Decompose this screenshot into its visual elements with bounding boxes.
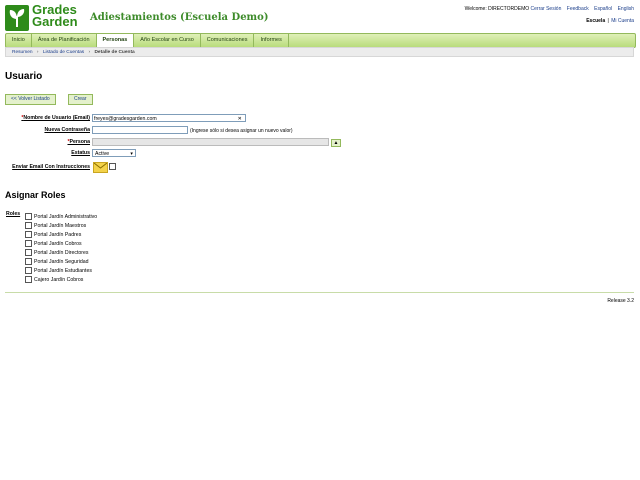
role-item[interactable]: Portal Jardín Administrativo <box>25 213 97 220</box>
role-item[interactable]: Portal Jardín Seguridad <box>25 258 89 265</box>
my-account-link[interactable]: Mi Cuenta <box>611 18 634 24</box>
logout-link[interactable]: Cerrar Sesión <box>531 6 562 12</box>
assign-roles-title: Asignar Roles <box>5 190 66 200</box>
tab-comunicaciones[interactable]: Comunicaciones <box>201 34 255 47</box>
roles-label: Roles <box>6 211 21 217</box>
breadcrumb-resumen[interactable]: Resumen <box>12 50 33 55</box>
spanish-link[interactable]: Español <box>594 6 612 12</box>
context-sep: | <box>607 18 609 24</box>
role-checkbox[interactable] <box>25 276 32 283</box>
role-item[interactable]: Cajero Jardín Cobros <box>25 276 83 283</box>
role-item[interactable]: Portal Jardín Cobros <box>25 240 82 247</box>
role-item[interactable]: Portal Jardín Estudiantes <box>25 267 92 274</box>
page-title: Usuario <box>5 71 43 82</box>
main-nav: Inicio Área de Planificación Personas Añ… <box>5 33 636 48</box>
breadcrumb-sep: › <box>88 50 91 55</box>
username-value: freyes@gradesgarden.com <box>94 116 157 122</box>
context-links: Escuela | Mi Cuenta <box>586 18 634 24</box>
footer-divider <box>5 292 634 293</box>
top-links: Welcome: DIRECTORDEMO Cerrar Sesión Feed… <box>461 6 634 12</box>
tab-ano-escolar[interactable]: Año Escolar en Curso <box>134 34 201 47</box>
tab-informes[interactable]: Informes <box>254 34 289 47</box>
release-version: Release 3.2 <box>607 298 634 304</box>
role-item[interactable]: Portal Jardín Directores <box>25 249 89 256</box>
school-title: Adiestamientos (Escuela Demo) <box>90 12 269 23</box>
send-email-checkbox[interactable] <box>109 163 116 170</box>
welcome-text: Welcome: DIRECTORDEMO <box>464 6 530 12</box>
tab-planificacion[interactable]: Área de Planificación <box>32 34 97 47</box>
english-link[interactable]: English <box>618 6 634 12</box>
role-item[interactable]: Portal Jardín Maestros <box>25 222 86 229</box>
status-select[interactable]: Active ▾ <box>92 149 136 157</box>
role-checkbox[interactable] <box>25 249 32 256</box>
status-value: Active <box>95 151 110 157</box>
role-checkbox[interactable] <box>25 231 32 238</box>
person-label: *Persona <box>67 139 90 145</box>
plant-logo-icon <box>5 5 29 31</box>
back-to-list-button[interactable]: << Volver Listado <box>5 94 56 105</box>
role-checkbox[interactable] <box>25 222 32 229</box>
clear-icon[interactable]: ✕ <box>238 115 242 123</box>
person-input[interactable] <box>92 138 329 146</box>
role-checkbox[interactable] <box>25 267 32 274</box>
send-email-label: Enviar Email Con Instrucciones <box>12 164 90 170</box>
breadcrumb-sep: › <box>36 50 39 55</box>
feedback-link[interactable]: Feedback <box>567 6 589 12</box>
tab-inicio[interactable]: Inicio <box>6 34 32 47</box>
role-checkbox[interactable] <box>25 258 32 265</box>
create-button[interactable]: Crear <box>68 94 93 105</box>
password-hint: (Ingrese sólo si desea asignar un nuevo … <box>190 128 293 134</box>
password-input[interactable] <box>92 126 188 134</box>
context-school: Escuela <box>586 18 606 24</box>
status-label: Estatus <box>71 150 90 156</box>
email-envelope-icon <box>93 162 108 173</box>
role-checkbox[interactable] <box>25 240 32 247</box>
username-label: *Nombre de Usuario (Email) <box>21 115 90 121</box>
breadcrumb: Resumen › Listado de Cuentas › Detalle d… <box>5 47 634 57</box>
breadcrumb-listado[interactable]: Listado de Cuentas <box>43 50 84 55</box>
chevron-down-icon: ▾ <box>130 151 133 157</box>
person-lookup-icon[interactable]: ▲ <box>331 139 341 147</box>
breadcrumb-current: Detalle de Cuenta <box>94 50 135 55</box>
password-label: Nueva Contraseña <box>44 127 90 133</box>
role-item[interactable]: Portal Jardín Padres <box>25 231 81 238</box>
logo-wordmark: Grades Garden <box>32 3 78 29</box>
username-input[interactable]: freyes@gradesgarden.com ✕ <box>92 114 246 122</box>
tab-personas[interactable]: Personas <box>96 34 135 48</box>
gradesgarden-logo[interactable]: Grades Garden <box>5 3 83 32</box>
role-checkbox[interactable] <box>25 213 32 220</box>
logo-line2: Garden <box>32 14 78 29</box>
